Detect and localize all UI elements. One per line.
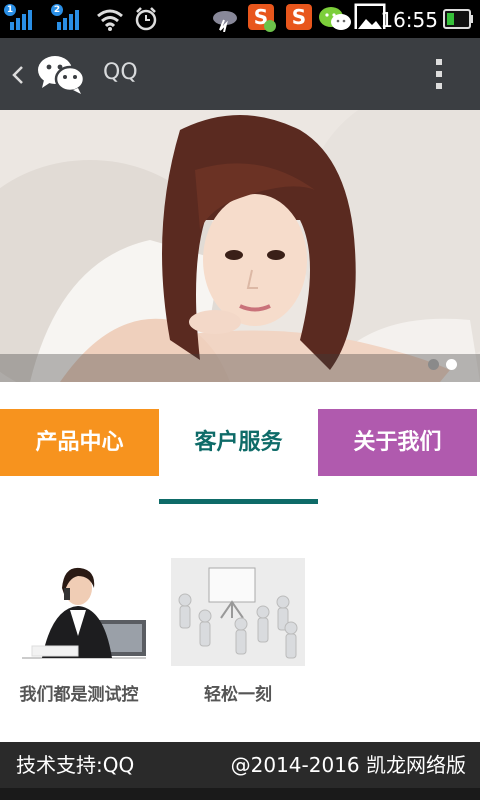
item-caption: 轻松一刻 (204, 685, 272, 705)
back-icon[interactable] (10, 64, 26, 86)
app-bar: QQ (0, 38, 480, 110)
footer: 技术支持:QQ @2014-2016 凯龙网络版 (0, 742, 480, 788)
sim2-label: 2 (51, 4, 63, 16)
footer-support-text: 技术支持:QQ (16, 753, 135, 777)
footer-copyright-text: @2014-2016 凯龙网络版 (230, 753, 466, 777)
tab-customer-service[interactable]: 客户服务 (159, 409, 318, 476)
banner-image (0, 110, 480, 382)
battery-icon (443, 9, 473, 29)
clock-time: 16:55 (380, 8, 438, 32)
banner-carousel[interactable] (0, 110, 480, 382)
item-caption: 我们都是测试控 (19, 685, 139, 705)
wifi-icon (97, 9, 123, 31)
active-tab-indicator (159, 499, 318, 504)
item-thumbnail (12, 558, 146, 666)
signal-icon: 1 (4, 4, 36, 32)
check-icon (264, 20, 276, 32)
tab-customer-service-label: 客户服务 (194, 430, 283, 455)
item-thumbnail (171, 558, 305, 666)
tab-about-us-label: 关于我们 (353, 430, 442, 455)
status-bar: 1 2 S S 16:55 (0, 0, 480, 38)
sogou-icon: S (286, 4, 312, 30)
app-title: QQ (103, 60, 138, 85)
tab-bar: 产品中心 客户服务 关于我们 (0, 409, 480, 476)
signal-icon: 2 (51, 4, 83, 32)
banner-caption-strip (0, 354, 480, 382)
tab-products[interactable]: 产品中心 (0, 409, 159, 476)
bottom-edge (0, 788, 480, 800)
wechat-icon (319, 7, 351, 30)
tab-products-label: 产品中心 (35, 430, 124, 455)
weather-icon (213, 11, 237, 32)
wechat-icon[interactable] (36, 52, 86, 96)
sim1-label: 1 (4, 4, 16, 16)
more-icon[interactable] (430, 58, 450, 92)
carousel-dot-2[interactable] (446, 359, 457, 370)
carousel-dot-1[interactable] (428, 359, 439, 370)
alarm-icon (135, 7, 157, 31)
tab-about-us[interactable]: 关于我们 (318, 409, 477, 476)
